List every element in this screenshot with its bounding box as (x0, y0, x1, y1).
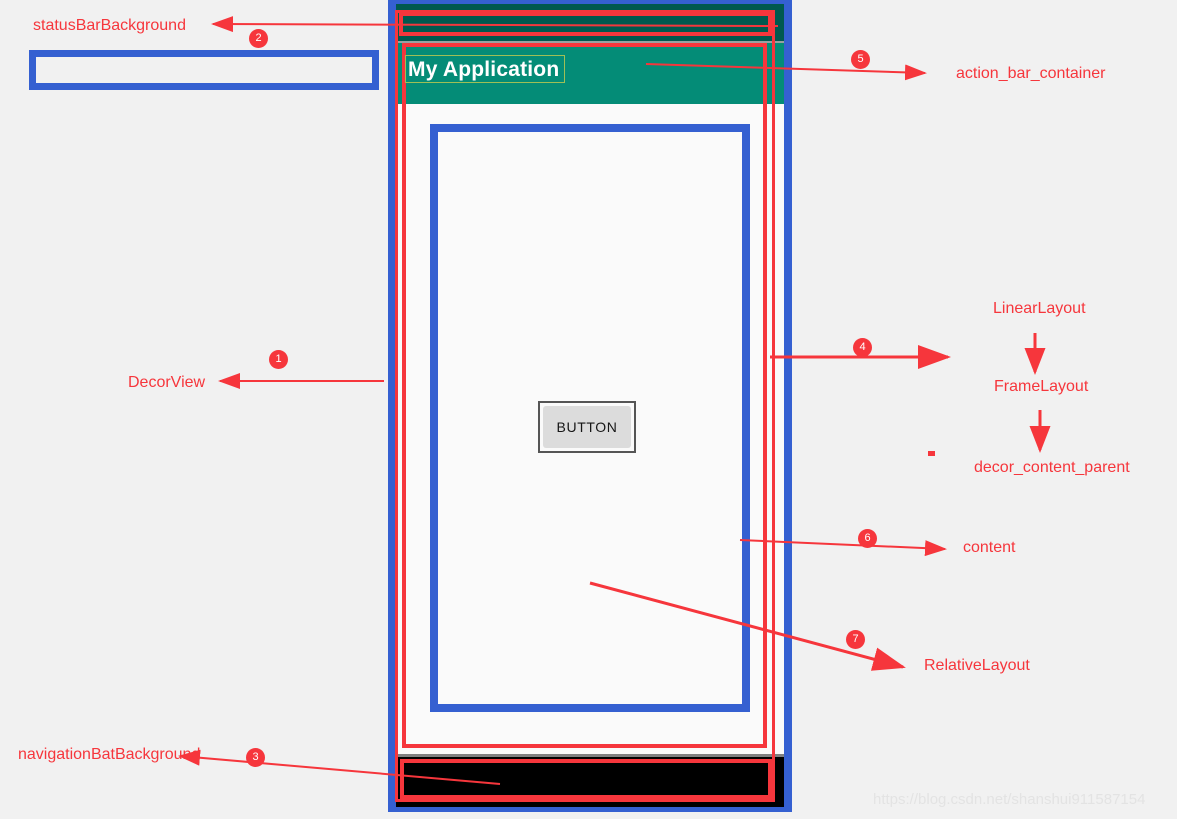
marker-6: 6 (858, 529, 877, 548)
marker-1: 1 (269, 350, 288, 369)
label-decor-content-parent: decor_content_parent (974, 459, 1130, 476)
marker-4: 4 (853, 338, 872, 357)
status-bar-highlight-rect (399, 12, 772, 36)
label-frame-layout: FrameLayout (994, 378, 1089, 395)
marker-5: 5 (851, 50, 870, 69)
navigation-bar-highlight-rect (400, 759, 772, 799)
app-title-text: My Application (405, 55, 565, 83)
label-relative-layout: RelativeLayout (924, 657, 1030, 674)
stray-red-dot (928, 451, 935, 456)
marker-2: 2 (249, 29, 268, 48)
label-status-bar-background: statusBarBackground (33, 17, 186, 34)
label-decor-view: DecorView (128, 374, 206, 391)
label-content: content (963, 539, 1016, 556)
watermark: https://blog.csdn.net/shanshui911587154 (873, 791, 1146, 808)
label-navigation-bar-background: navigationBatBackground (18, 746, 201, 763)
annotated-android-view-hierarchy-diagram: My Application BUTTON statusBarBackgroun… (0, 0, 1177, 819)
marker-3: 3 (246, 748, 265, 767)
action-bar-content-highlight-rect (402, 43, 767, 748)
marker-7: 7 (846, 630, 865, 649)
action-bar-highlight-box (29, 50, 379, 90)
label-action-bar-container: action_bar_container (956, 65, 1106, 82)
label-linear-layout: LinearLayout (993, 300, 1086, 317)
